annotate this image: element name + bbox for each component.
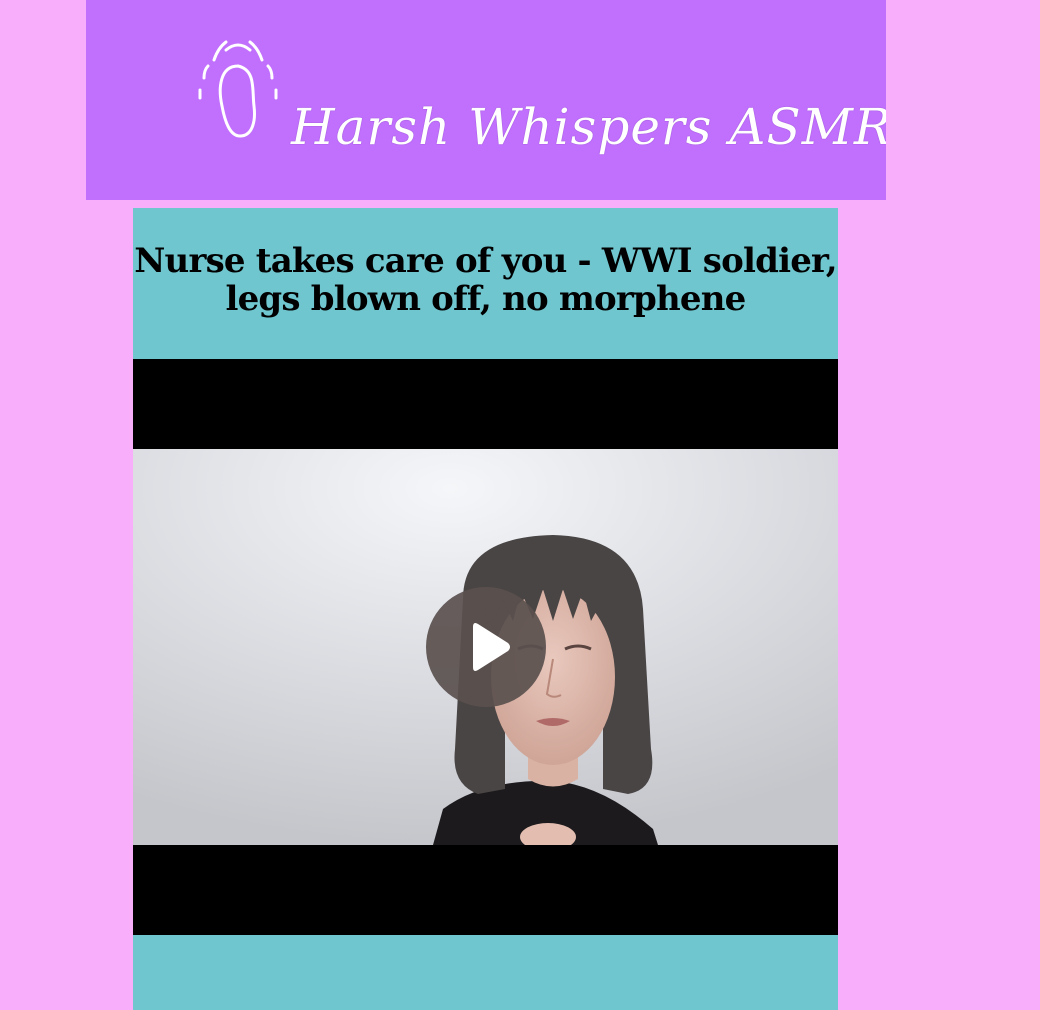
post-title: Nurse takes care of you - WWI soldier, l… <box>134 241 837 319</box>
play-button[interactable] <box>426 587 546 707</box>
video-player[interactable] <box>133 359 838 935</box>
play-icon <box>473 623 510 671</box>
ear-icon <box>198 40 278 138</box>
site-title: Harsh Whispers ASMR <box>291 98 886 156</box>
post-content: Nurse takes care of you - WWI soldier, l… <box>133 208 838 1010</box>
site-banner[interactable]: Harsh Whispers ASMR <box>86 0 886 200</box>
